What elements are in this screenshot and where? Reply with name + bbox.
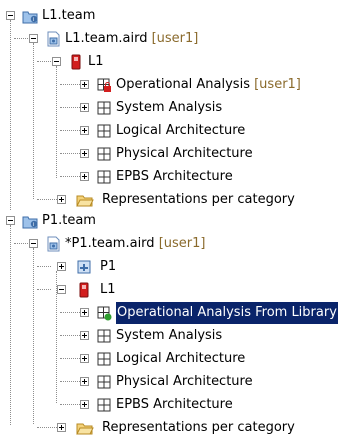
tree-item-label: *P1.team.aird: [65, 236, 155, 251]
expand-toggle[interactable]: [80, 400, 89, 409]
tree-item-label: System Analysis: [116, 100, 223, 115]
tree-item-label: Representations per category: [102, 192, 295, 207]
collapse-toggle[interactable]: [29, 239, 38, 248]
tree-item-epbs-architecture[interactable]: EPBS Architecture: [0, 166, 347, 188]
team-project-icon: i: [22, 213, 38, 229]
collapse-toggle[interactable]: [6, 216, 15, 225]
expand-toggle[interactable]: [80, 80, 89, 89]
tree-item-label: L1.team: [42, 8, 96, 23]
tree-item-label: EPBS Architecture: [116, 169, 233, 184]
expand-toggle[interactable]: [80, 103, 89, 112]
tree-item-system-analysis[interactable]: System Analysis: [0, 97, 347, 119]
tree-item-epbs-architecture-2[interactable]: EPBS Architecture: [0, 394, 347, 416]
expand-toggle[interactable]: [80, 331, 89, 340]
expand-toggle[interactable]: [80, 308, 89, 317]
tree-item-p1[interactable]: P1: [0, 256, 347, 278]
epbs-architecture-icon: [96, 169, 112, 185]
system-analysis-icon: [96, 328, 112, 344]
folder-icon: [76, 192, 94, 208]
tree-item-label: EPBS Architecture: [116, 397, 233, 412]
tree-item-physical-architecture-2[interactable]: Physical Architecture: [0, 371, 347, 393]
tree-item-l1-library[interactable]: L1: [0, 279, 347, 301]
tree-item-l1[interactable]: L1: [0, 51, 347, 73]
library-book-icon: [76, 282, 92, 298]
collapse-toggle[interactable]: [57, 285, 66, 294]
tree-item-label: Logical Architecture: [116, 123, 246, 138]
tree-item-system-analysis-2[interactable]: System Analysis: [0, 325, 347, 347]
tree-item-l1-team-aird[interactable]: L1.team.aird [user1]: [0, 28, 347, 50]
collapse-toggle[interactable]: [6, 11, 15, 20]
tree-item-p1-team-aird[interactable]: *P1.team.aird [user1]: [0, 233, 347, 255]
svg-text:i: i: [33, 222, 34, 228]
expand-toggle[interactable]: [80, 126, 89, 135]
expand-toggle[interactable]: [57, 262, 66, 271]
folder-icon: [76, 420, 94, 436]
epbs-architecture-icon: [96, 397, 112, 413]
user-tag: [user1]: [151, 31, 199, 46]
tree-item-label: P1.team: [42, 213, 96, 228]
tree-item-label: Operational Analysis From Library: [116, 302, 338, 324]
team-project-icon: i: [22, 8, 38, 24]
tree-item-physical-architecture[interactable]: Physical Architecture: [0, 143, 347, 165]
expand-toggle[interactable]: [80, 149, 89, 158]
collapse-toggle[interactable]: [52, 57, 61, 66]
tree-item-l1-team[interactable]: i L1.team: [0, 5, 347, 27]
tree-item-label: P1: [100, 259, 117, 274]
physical-architecture-icon: [96, 146, 112, 162]
expand-toggle[interactable]: [57, 423, 66, 432]
operational-library-icon: [96, 305, 112, 321]
tree-item-label: L1.team.aird: [65, 31, 148, 46]
aird-file-icon: [45, 31, 61, 47]
physical-architecture-icon: [96, 374, 112, 390]
tree-item-operational-analysis[interactable]: Operational Analysis [user1]: [0, 74, 347, 96]
tree-item-representations-per-category[interactable]: Representations per category: [0, 189, 347, 211]
expand-toggle[interactable]: [57, 195, 66, 204]
project-icon: [76, 259, 92, 275]
expand-toggle[interactable]: [80, 377, 89, 386]
tree-item-p1-team[interactable]: i P1.team: [0, 210, 347, 232]
tree-item-label: L1: [100, 282, 116, 297]
tree-item-label: Representations per category: [102, 420, 295, 435]
tree-item-representations-per-category-2[interactable]: Representations per category: [0, 417, 347, 439]
system-analysis-icon: [96, 100, 112, 116]
user-tag: [user1]: [254, 77, 301, 92]
tree-item-label: Logical Architecture: [116, 351, 246, 366]
tree-item-label: System Analysis: [116, 328, 223, 343]
tree-item-logical-architecture[interactable]: Logical Architecture: [0, 120, 347, 142]
tree-item-label: Physical Architecture: [116, 146, 253, 161]
expand-toggle[interactable]: [80, 172, 89, 181]
tree-item-operational-analysis-from-library[interactable]: Operational Analysis From Library: [0, 302, 347, 324]
user-tag: [user1]: [158, 236, 206, 251]
tree-item-label: L1: [88, 54, 104, 69]
logical-architecture-icon: [96, 123, 112, 139]
library-book-icon: [68, 54, 84, 70]
collapse-toggle[interactable]: [29, 34, 38, 43]
logical-architecture-icon: [96, 351, 112, 367]
project-explorer-tree: i L1.team L1.team.aird [user1] L1 Operat…: [0, 0, 347, 440]
expand-toggle[interactable]: [80, 354, 89, 363]
tree-item-logical-architecture-2[interactable]: Logical Architecture: [0, 348, 347, 370]
operational-locked-icon: [96, 77, 112, 93]
tree-item-label: Operational Analysis: [116, 77, 250, 92]
svg-text:i: i: [33, 17, 34, 23]
aird-file-icon: [45, 236, 61, 252]
tree-item-label: Physical Architecture: [116, 374, 253, 389]
